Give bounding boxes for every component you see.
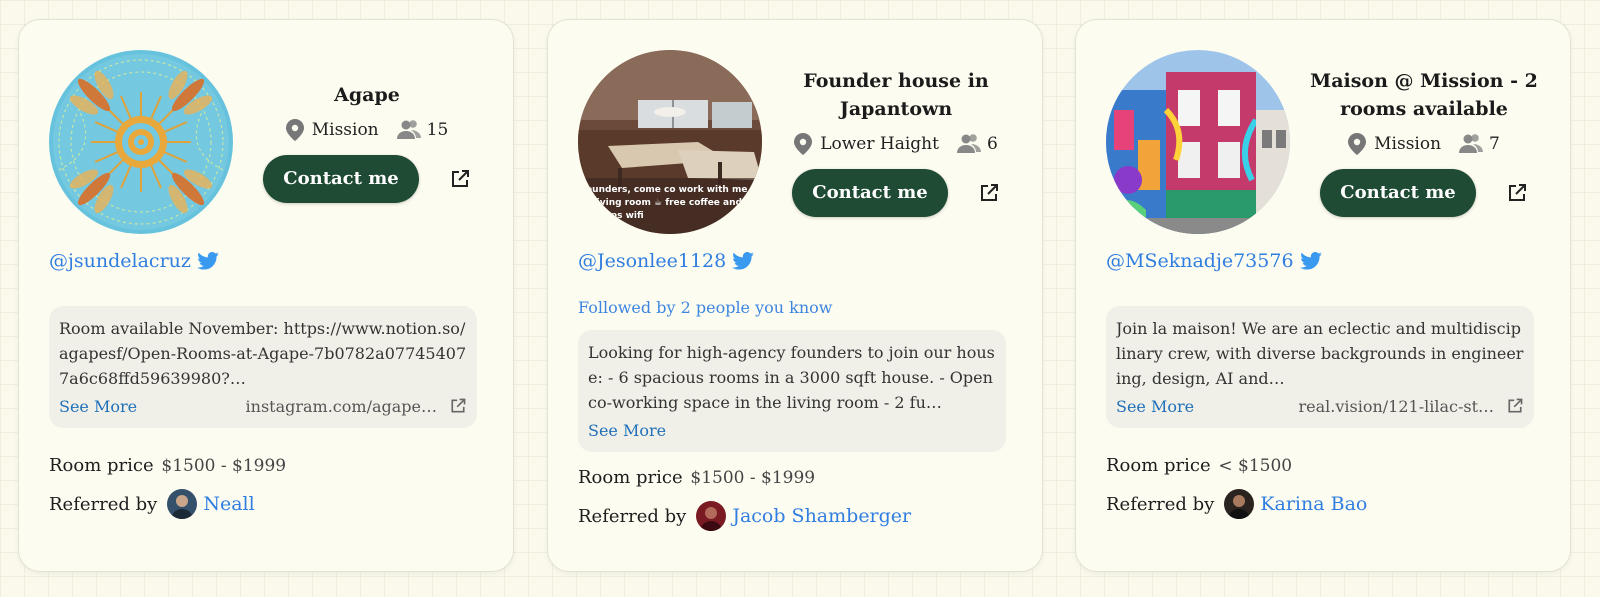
listing-website-link[interactable]: instagram.com/agape… [246, 397, 467, 416]
location-label: Mission [1374, 134, 1442, 154]
card-actions: Contact me [1320, 169, 1527, 217]
people-icon [1459, 134, 1484, 153]
description-box: Join la maison! We are an eclectic and m… [1106, 306, 1534, 428]
external-link-icon[interactable] [449, 168, 471, 190]
listing-title: Agape [334, 84, 400, 106]
listing-card-maison-mission: Maison @ Mission - 2 rooms available Mis… [1075, 19, 1571, 572]
listing-title: Founder house in Japantown [803, 70, 989, 120]
card-info: Agape Mission 15 Contact me [245, 50, 489, 234]
photo-caption-line: e Mbps wifi [586, 211, 644, 221]
referred-by-label: Referred by [49, 493, 158, 515]
referred-by-label: Referred by [578, 505, 687, 527]
room-price-label: Room price [1106, 455, 1211, 476]
listing-meta: Mission 15 [285, 119, 449, 141]
listing-title: Maison @ Mission - 2 rooms available [1310, 70, 1538, 120]
listing-website-link[interactable]: real.vision/121-lilac-st… [1298, 397, 1524, 416]
twitter-handle-link[interactable]: @jsundelacruz [49, 250, 219, 272]
person-avatar-icon [696, 501, 727, 531]
card-info: Maison @ Mission - 2 rooms available Mis… [1302, 50, 1546, 234]
location-pin-icon [1348, 133, 1367, 155]
room-price-label: Room price [578, 467, 683, 488]
description-text: Room available November: https://www.not… [59, 319, 467, 388]
avatar [1224, 489, 1255, 519]
referred-by: Referred by Jacob Shamberger [578, 501, 911, 531]
description-footer: See More instagram.com/agape… [59, 394, 467, 418]
avatar [696, 501, 727, 531]
dragonfly-sun-art-icon [49, 50, 233, 234]
card-header: Agape Mission 15 Contact me [49, 50, 489, 234]
external-link-icon [451, 398, 466, 413]
description-box: Room available November: https://www.not… [49, 306, 477, 428]
mutual-followers-text[interactable]: Followed by 2 people you know [578, 298, 833, 317]
see-more-link[interactable]: See More [1116, 397, 1194, 416]
photo-caption-line: ounders, come co work with me [586, 185, 747, 195]
card-info: Founder house in Japantown Lower Haight … [774, 50, 1018, 234]
room-price: Room price $1500 - $1999 [49, 455, 286, 476]
person-avatar-icon [167, 489, 198, 519]
card-actions: Contact me [263, 155, 470, 203]
see-more-link[interactable]: See More [588, 421, 666, 440]
capacity-count: 7 [1489, 134, 1500, 154]
external-link-icon[interactable] [1506, 182, 1528, 204]
referrer-name[interactable]: Jacob Shamberger [732, 505, 911, 527]
description-text: Join la maison! We are an eclectic and m… [1116, 319, 1524, 388]
twitter-bird-icon [732, 252, 755, 270]
mural-house-photo-icon [1106, 50, 1290, 234]
twitter-bird-icon [1299, 252, 1322, 270]
room-price: Room price < $1500 [1106, 455, 1292, 476]
referred-by: Referred by Neall [49, 489, 255, 519]
contact-button[interactable]: Contact me [263, 155, 419, 203]
people-icon [956, 134, 981, 153]
twitter-handle-link[interactable]: @MSeknadje73576 [1106, 250, 1322, 272]
card-actions: Contact me [792, 169, 999, 217]
location-label: Lower Haight [820, 134, 939, 154]
listing-photo: ounders, come co work with me r living r… [578, 50, 762, 234]
listing-photo [49, 50, 233, 234]
listing-card-founder-house: ounders, come co work with me r living r… [547, 19, 1043, 572]
photo-caption-line: r living room ☕ free coffee and [586, 198, 742, 208]
listing-photo [1106, 50, 1290, 234]
room-price: Room price $1500 - $1999 [578, 467, 815, 488]
listing-url: real.vision/121-lilac-st… [1298, 396, 1494, 416]
room-price-value: < $1500 [1218, 456, 1293, 476]
listing-url: instagram.com/agape… [245, 396, 437, 416]
listing-meta: Mission 7 [1348, 133, 1500, 155]
room-price-value: $1500 - $1999 [161, 456, 287, 476]
external-link-icon [1508, 398, 1523, 413]
listing-meta: Lower Haight 6 [794, 133, 998, 155]
listing-card-agape: Agape Mission 15 Contact me @jsundelacru… [18, 19, 514, 572]
person-avatar-icon [1224, 489, 1255, 519]
twitter-handle: @MSeknadje73576 [1106, 250, 1294, 272]
description-box: Looking for high-agency founders to join… [578, 330, 1006, 452]
location-label: Mission [311, 120, 379, 140]
referred-by-label: Referred by [1106, 493, 1215, 515]
twitter-handle-link[interactable]: @Jesonlee1128 [578, 250, 755, 272]
description-text: Looking for high-agency founders to join… [588, 343, 995, 412]
referrer-name[interactable]: Karina Bao [1260, 493, 1367, 515]
description-footer: See More [588, 418, 996, 442]
coworking-room-photo-icon: ounders, come co work with me r living r… [578, 50, 762, 234]
room-price-label: Room price [49, 455, 154, 476]
description-footer: See More real.vision/121-lilac-st… [1116, 394, 1524, 418]
location-pin-icon [285, 119, 304, 141]
room-price-value: $1500 - $1999 [690, 468, 816, 488]
contact-button[interactable]: Contact me [792, 169, 948, 217]
capacity-count: 6 [986, 134, 998, 154]
location-pin-icon [794, 133, 813, 155]
capacity-count: 15 [426, 120, 449, 140]
card-header: Maison @ Mission - 2 rooms available Mis… [1106, 50, 1546, 234]
see-more-link[interactable]: See More [59, 397, 137, 416]
card-header: ounders, come co work with me r living r… [578, 50, 1018, 234]
avatar [167, 489, 198, 519]
referrer-name[interactable]: Neall [203, 493, 254, 515]
referred-by: Referred by Karina Bao [1106, 489, 1367, 519]
external-link-icon[interactable] [978, 182, 1000, 204]
contact-button[interactable]: Contact me [1320, 169, 1476, 217]
twitter-bird-icon [197, 252, 219, 270]
twitter-handle: @jsundelacruz [49, 250, 191, 272]
twitter-handle: @Jesonlee1128 [578, 250, 727, 272]
people-icon [396, 120, 421, 139]
